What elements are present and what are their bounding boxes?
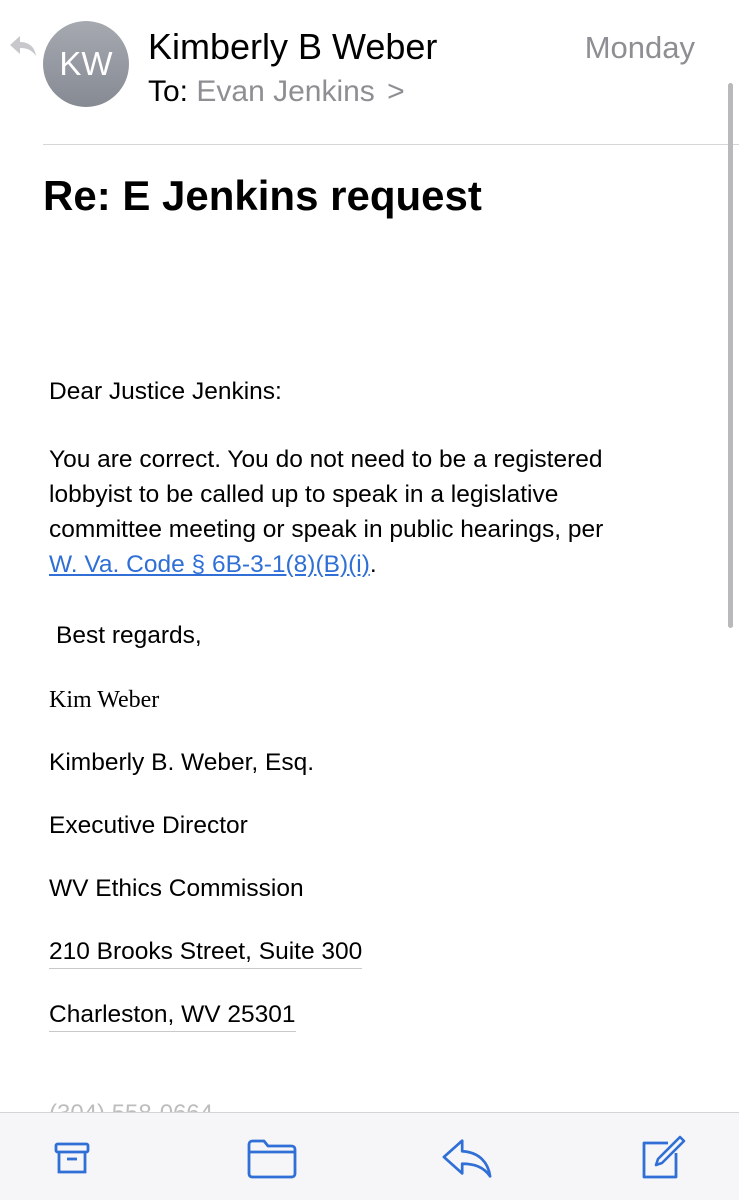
reply-icon <box>442 1139 492 1178</box>
body-paragraph: You are correct. You do not need to be a… <box>49 442 609 582</box>
header-divider <box>43 144 739 145</box>
closing: Best regards, <box>56 622 202 649</box>
back-arrow-icon[interactable] <box>8 34 38 60</box>
signature-name: Kimberly B. Weber, Esq. <box>49 749 315 776</box>
email-view: KW Kimberly B Weber To: Evan Jenkins > M… <box>0 0 739 1200</box>
legal-code-link[interactable]: W. Va. Code § 6B-3-1(8)(B)(i) <box>49 551 370 578</box>
to-label: To: <box>148 75 189 108</box>
recipient-name[interactable]: Evan Jenkins <box>196 75 374 108</box>
signature-org: WV Ethics Commission <box>49 875 304 902</box>
avatar-initials: KW <box>59 45 113 82</box>
scrollbar[interactable] <box>728 83 733 628</box>
paragraph-end: . <box>369 551 377 578</box>
sender-name[interactable]: Kimberly B Weber <box>148 26 437 68</box>
greeting: Dear Justice Jenkins: <box>49 378 282 405</box>
move-folder-button[interactable] <box>246 1134 298 1182</box>
email-subject: Re: E Jenkins request <box>43 172 482 219</box>
reply-button[interactable] <box>441 1134 493 1182</box>
archive-button[interactable] <box>46 1134 98 1182</box>
compose-button[interactable] <box>636 1134 688 1182</box>
avatar[interactable]: KW <box>43 21 129 107</box>
email-date: Monday <box>584 30 695 65</box>
archive-icon <box>54 1142 90 1174</box>
email-body: Dear Justice Jenkins: You are correct. Y… <box>49 374 609 1060</box>
address-line-1[interactable]: 210 Brooks Street, Suite 300 <box>49 935 363 969</box>
recipient-line[interactable]: To: Evan Jenkins > <box>148 75 405 109</box>
folder-icon <box>247 1139 297 1179</box>
signature-script: Kim Weber <box>49 687 160 713</box>
bottom-toolbar <box>0 1112 739 1200</box>
address-line-2[interactable]: Charleston, WV 25301 <box>49 998 296 1032</box>
signature-title: Executive Director <box>49 812 248 839</box>
chevron-right-icon: > <box>387 75 405 108</box>
compose-icon <box>642 1135 686 1179</box>
paragraph-text: You are correct. You do not need to be a… <box>49 446 604 543</box>
